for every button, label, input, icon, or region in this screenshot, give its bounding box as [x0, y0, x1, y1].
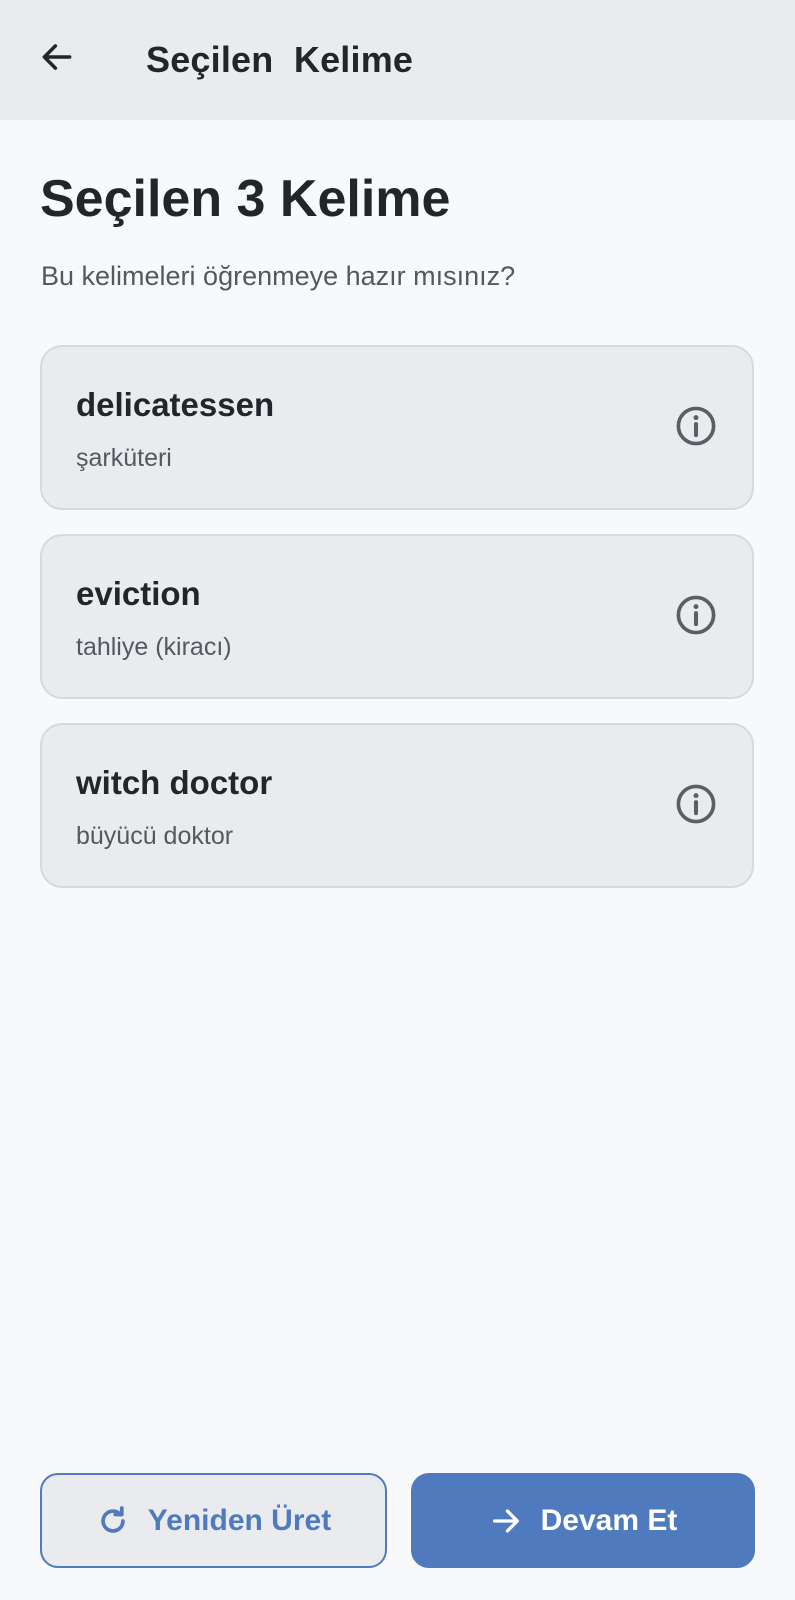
page-title: Seçilen 3 Kelime: [40, 170, 451, 228]
app-bar-title: Seçilen Kelime: [146, 39, 414, 80]
word-meaning: büyücü doktor: [76, 822, 234, 850]
word-list: delicatessen şarküteri eviction tahliye …: [40, 345, 754, 912]
regenerate-button-label: Yeniden Üret: [147, 1503, 332, 1537]
back-button[interactable]: [24, 26, 90, 92]
regenerate-button[interactable]: Yeniden Üret: [40, 1473, 387, 1568]
info-icon: [674, 404, 718, 453]
word-term: witch doctor: [76, 764, 273, 801]
arrow-right-icon: [489, 1504, 523, 1538]
word-meaning: şarküteri: [76, 444, 172, 472]
continue-button-label: Devam Et: [540, 1503, 678, 1537]
word-card[interactable]: witch doctor büyücü doktor: [40, 723, 754, 888]
word-term: eviction: [76, 575, 201, 612]
word-card[interactable]: delicatessen şarküteri: [40, 345, 754, 510]
info-icon: [674, 782, 718, 831]
word-info-button[interactable]: [672, 782, 720, 830]
continue-button[interactable]: Devam Et: [411, 1473, 755, 1568]
word-card[interactable]: eviction tahliye (kiracı): [40, 534, 754, 699]
word-meaning: tahliye (kiracı): [76, 633, 232, 661]
word-info-button[interactable]: [672, 593, 720, 641]
arrow-left-icon: [38, 38, 76, 81]
info-icon: [674, 593, 718, 642]
refresh-icon: [96, 1504, 130, 1538]
page-subtitle: Bu kelimeleri öğrenmeye hazır mısınız?: [41, 261, 516, 291]
word-info-button[interactable]: [672, 404, 720, 452]
word-term: delicatessen: [76, 386, 275, 423]
app-bar: Seçilen Kelime: [0, 0, 795, 120]
